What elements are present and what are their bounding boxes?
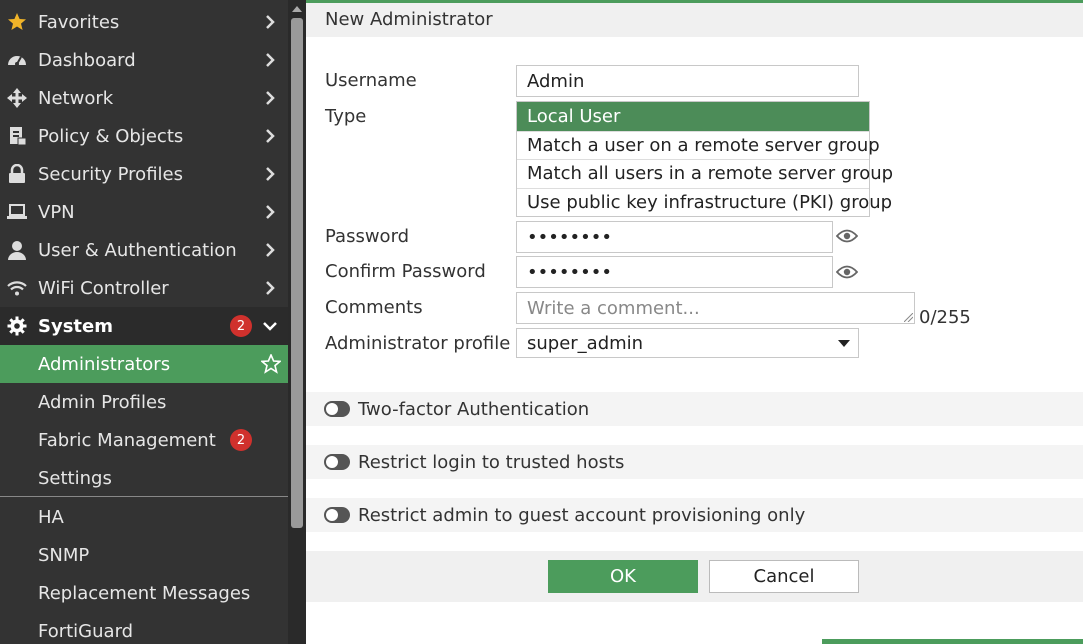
type-option-local-user[interactable]: Local User [517,102,869,131]
sidebar-item-label: FortiGuard [38,620,134,642]
trusted-hosts-label: Restrict login to trusted hosts [358,451,625,473]
sidebar-item-administrators[interactable]: Administrators [0,345,288,383]
resize-handle-icon[interactable] [904,313,913,322]
scrollbar-thumb[interactable] [291,18,303,528]
sidebar-item-label: Administrators [38,353,171,375]
sidebar-item-label: System [38,315,113,337]
sidebar-item-label: Policy & Objects [38,125,184,147]
sidebar-item-security-profiles[interactable]: Security Profiles [0,155,288,193]
sidebar-item-label: Dashboard [38,49,136,71]
password-label: Password [325,226,410,247]
sidebar-item-label: WiFi Controller [38,277,169,299]
type-option-remote-user[interactable]: Match a user on a remote server group [517,130,880,160]
trusted-hosts-row: Restrict login to trusted hosts [306,445,1083,479]
chevron-right-icon [266,281,275,295]
sidebar-item-system[interactable]: System 2 [0,307,288,345]
panel-header: New Administrator [306,3,1083,37]
sidebar-item-network[interactable]: Network [0,79,288,117]
eye-icon[interactable] [836,228,858,244]
username-input[interactable]: Admin [516,65,859,97]
notification-badge: 2 [230,429,252,451]
username-label: Username [325,70,417,91]
sidebar-item-label: Admin Profiles [38,391,167,413]
chevron-right-icon [266,53,275,67]
sidebar-item-label: Replacement Messages [38,582,251,604]
guest-only-row: Restrict admin to guest account provisio… [306,498,1083,532]
status-bar-accent [822,639,1083,644]
chevron-right-icon [266,15,275,29]
confirm-password-label: Confirm Password [325,261,486,282]
lock-icon [6,163,28,185]
type-label: Type [325,106,367,127]
sidebar-item-fortiguard[interactable]: FortiGuard [0,612,288,644]
type-option-pki-group[interactable]: Use public key infrastructure (PKI) grou… [517,187,892,217]
trusted-hosts-toggle[interactable] [324,454,350,470]
eye-icon[interactable] [836,264,858,280]
caret-down-icon [838,340,850,347]
two-factor-label: Two-factor Authentication [358,398,590,420]
two-factor-row: Two-factor Authentication [306,392,1083,426]
sidebar-item-label: SNMP [38,544,90,566]
sidebar-item-wifi-controller[interactable]: WiFi Controller [0,269,288,307]
cancel-button[interactable]: Cancel [709,560,859,593]
dashboard-icon [6,49,28,71]
sidebar-item-dashboard[interactable]: Dashboard [0,41,288,79]
sidebar-item-settings[interactable]: Settings [0,459,288,497]
admin-profile-label: Administrator profile [325,333,511,354]
two-factor-toggle[interactable] [324,401,350,417]
star-icon [6,11,28,33]
sidebar-divider [0,496,288,497]
comments-label: Comments [325,297,423,318]
laptop-icon [6,201,28,223]
password-input[interactable]: •••••••• [516,221,833,253]
confirm-password-input[interactable]: •••••••• [516,256,833,288]
star-outline-icon[interactable] [261,354,281,374]
user-icon [6,239,28,261]
sidebar-item-label: User & Authentication [38,239,237,261]
wifi-icon [6,277,28,299]
sidebar: Favorites Dashboard Network Policy & Obj… [0,0,288,644]
sidebar-item-label: Favorites [38,11,120,33]
guest-only-toggle[interactable] [324,507,350,523]
admin-profile-select[interactable]: super_admin [516,328,859,358]
sidebar-item-fabric-management[interactable]: Fabric Management 2 [0,421,288,459]
sidebar-item-label: Network [38,87,114,109]
sidebar-item-admin-profiles[interactable]: Admin Profiles [0,383,288,421]
chevron-right-icon [266,205,275,219]
main-panel: New Administrator Username Admin Type Lo… [306,0,1083,644]
sidebar-item-label: VPN [38,201,75,223]
sidebar-item-favorites[interactable]: Favorites [0,3,288,41]
sidebar-item-user-authentication[interactable]: User & Authentication [0,231,288,269]
sidebar-item-label: Fabric Management [38,429,216,451]
chevron-right-icon [266,91,275,105]
chevron-right-icon [266,167,275,181]
comment-char-counter: 0/255 [919,307,971,328]
form-footer: OK Cancel [306,551,1083,602]
chevron-right-icon [266,243,275,257]
sidebar-item-label: Settings [38,467,112,489]
sidebar-item-label: Security Profiles [38,163,183,185]
comments-textarea[interactable]: Write a comment... [516,292,915,324]
sidebar-item-label: HA [38,506,64,528]
sidebar-item-snmp[interactable]: SNMP [0,536,288,574]
sidebar-item-replacement-messages[interactable]: Replacement Messages [0,574,288,612]
notification-badge: 2 [230,315,252,337]
guest-only-label: Restrict admin to guest account provisio… [358,504,806,526]
network-icon [6,87,28,109]
gear-icon [6,315,28,337]
sidebar-item-vpn[interactable]: VPN [0,193,288,231]
admin-profile-value: super_admin [527,332,644,354]
page-title: New Administrator [325,9,493,30]
scroll-up-arrow-icon[interactable] [292,6,302,12]
policy-icon [6,125,28,147]
sidebar-item-ha[interactable]: HA [0,498,288,536]
ok-button[interactable]: OK [548,560,698,593]
type-dropdown-list[interactable]: Local User Match a user on a remote serv… [516,101,893,217]
chevron-down-icon [263,322,277,331]
sidebar-item-policy-objects[interactable]: Policy & Objects [0,117,288,155]
type-option-remote-group[interactable]: Match all users in a remote server group [517,159,893,188]
chevron-right-icon [266,129,275,143]
